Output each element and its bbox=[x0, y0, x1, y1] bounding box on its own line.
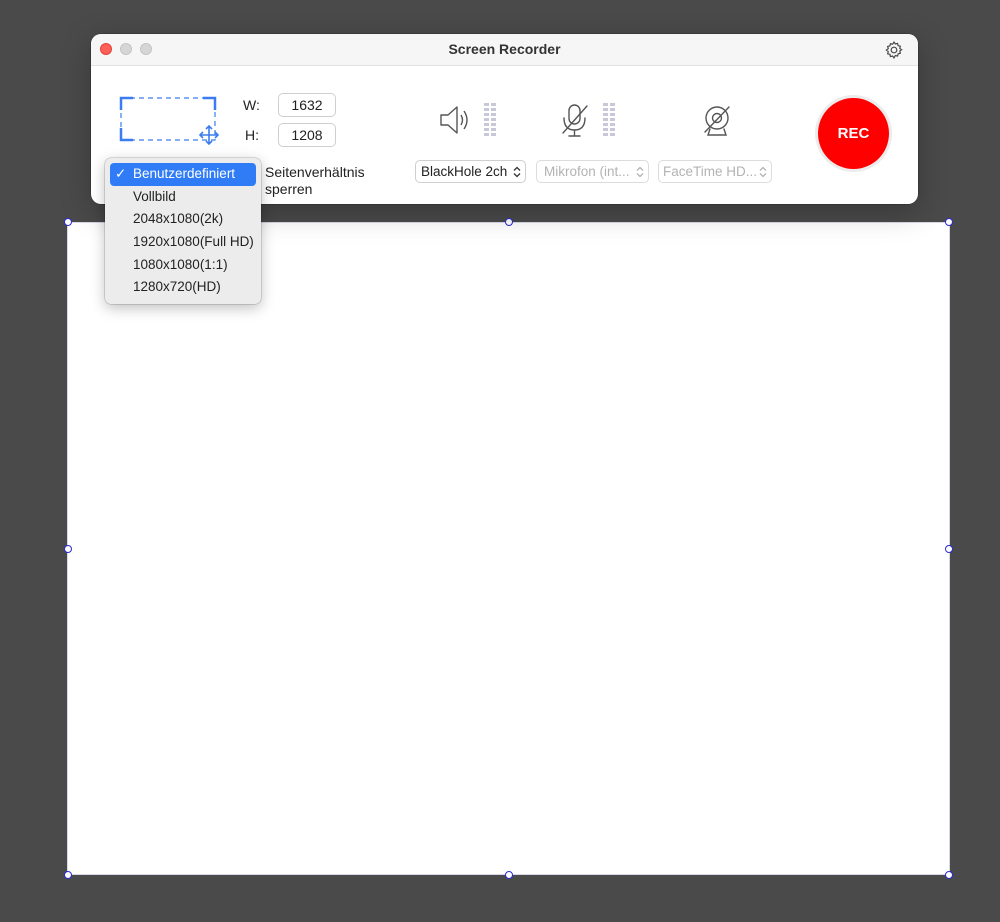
preset-item-label: Benutzerdefiniert bbox=[133, 166, 236, 181]
preset-item-hd[interactable]: 1280x720(HD) bbox=[110, 276, 256, 299]
check-icon: ✓ bbox=[115, 166, 127, 181]
preset-item-label: 1080x1080(1:1) bbox=[133, 256, 228, 272]
width-field[interactable]: 1632 bbox=[278, 93, 336, 117]
microphone-muted-icon[interactable] bbox=[559, 102, 591, 138]
speaker-icon[interactable] bbox=[439, 102, 475, 138]
camera-select[interactable]: FaceTime HD... bbox=[658, 160, 772, 183]
resize-handle-right[interactable] bbox=[945, 545, 953, 553]
resize-handle-top[interactable] bbox=[505, 218, 513, 226]
microphone-select[interactable]: Mikrofon (int... bbox=[536, 160, 649, 183]
preset-item-label: 1920x1080(Full HD) bbox=[133, 234, 254, 250]
updown-arrows-icon bbox=[636, 166, 644, 178]
camera-value: FaceTime HD... bbox=[663, 164, 758, 179]
camera-off-icon[interactable] bbox=[701, 104, 733, 138]
lock-aspect-ratio-label[interactable]: Seitenverhältnis sperren bbox=[265, 164, 365, 198]
microphone-value: Mikrofon (int... bbox=[544, 164, 630, 179]
audio-output-value: BlackHole 2ch bbox=[421, 164, 508, 179]
region-select-icon[interactable] bbox=[119, 96, 223, 146]
preset-item-label: 2048x1080(2k) bbox=[133, 211, 224, 227]
resize-handle-top-right[interactable] bbox=[945, 218, 953, 226]
preset-item-fullscreen[interactable]: Vollbild bbox=[110, 186, 256, 209]
capture-area[interactable] bbox=[67, 222, 950, 875]
preset-item-label: 1280x720(HD) bbox=[133, 279, 221, 295]
width-label: W: bbox=[243, 97, 260, 113]
level-meter-icon bbox=[484, 103, 496, 136]
height-field[interactable]: 1208 bbox=[278, 123, 336, 147]
aspect-label-line2: sperren bbox=[265, 181, 313, 197]
title-bar: Screen Recorder bbox=[91, 34, 918, 66]
preset-item-label: Vollbild bbox=[133, 188, 176, 204]
updown-arrows-icon bbox=[759, 166, 767, 178]
record-button[interactable]: REC bbox=[818, 98, 889, 169]
updown-arrows-icon bbox=[513, 166, 521, 178]
height-label: H: bbox=[245, 127, 259, 143]
audio-output-select[interactable]: BlackHole 2ch bbox=[415, 160, 526, 183]
level-meter-icon bbox=[603, 103, 615, 136]
preset-item-custom[interactable]: ✓ Benutzerdefiniert bbox=[110, 163, 256, 186]
gear-icon[interactable] bbox=[884, 40, 904, 60]
preset-menu: ✓ Benutzerdefiniert Vollbild 2048x1080(2… bbox=[105, 158, 261, 304]
preset-item-full-hd[interactable]: 1920x1080(Full HD) bbox=[110, 231, 256, 254]
window-title: Screen Recorder bbox=[448, 41, 561, 57]
move-arrows-icon bbox=[198, 124, 220, 146]
resize-handle-bottom-right[interactable] bbox=[945, 871, 953, 879]
preset-item-2k[interactable]: 2048x1080(2k) bbox=[110, 208, 256, 231]
resize-handle-bottom[interactable] bbox=[505, 871, 513, 879]
preset-item-square[interactable]: 1080x1080(1:1) bbox=[110, 254, 256, 277]
resize-handle-left[interactable] bbox=[64, 545, 72, 553]
aspect-label-line1: Seitenverhältnis bbox=[265, 164, 365, 180]
resize-handle-bottom-left[interactable] bbox=[64, 871, 72, 879]
resize-handle-top-left[interactable] bbox=[64, 218, 72, 226]
